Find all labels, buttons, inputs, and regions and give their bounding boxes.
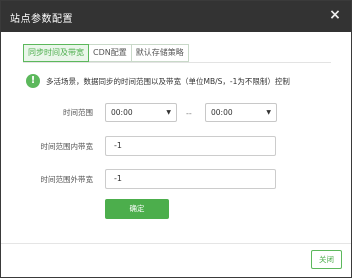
outer-bandwidth-input[interactable]: -1 xyxy=(105,169,276,189)
chevron-down-icon: ▼ xyxy=(166,109,171,116)
info-icon: ! xyxy=(26,74,40,88)
time-range-end-select[interactable]: 00:00 ▼ xyxy=(205,103,277,122)
site-config-dialog: 站点参数配置 × 同步时间及带宽 CDN配置 默认存储策略 ! 多活场景，数据同… xyxy=(0,0,352,278)
time-range-start-value: 00:00 xyxy=(111,108,133,117)
info-text: 多活场景，数据同步的时间范围以及带宽（单位MB/S，-1为不限制）控制 xyxy=(46,76,290,86)
time-range-label: 时间范围 xyxy=(63,108,93,117)
tab-divider xyxy=(23,62,331,63)
footer-divider xyxy=(1,243,351,244)
inner-bandwidth-input[interactable]: -1 xyxy=(105,136,276,156)
tab-sync-time-bandwidth[interactable]: 同步时间及带宽 xyxy=(23,44,89,62)
confirm-button[interactable]: 确定 xyxy=(105,199,169,219)
dialog-title: 站点参数配置 xyxy=(10,14,73,25)
close-button[interactable]: 关闭 xyxy=(311,250,342,269)
chevron-down-icon: ▼ xyxy=(266,109,271,116)
time-range-separator: -- xyxy=(186,109,192,118)
tab-default-storage-policy[interactable]: 默认存储策略 xyxy=(131,44,189,62)
close-icon[interactable]: × xyxy=(328,7,342,23)
tab-cdn-config[interactable]: CDN配置 xyxy=(89,44,132,62)
dialog-titlebar: 站点参数配置 × xyxy=(1,1,351,32)
info-notice: ! 多活场景，数据同步的时间范围以及带宽（单位MB/S，-1为不限制）控制 xyxy=(26,73,290,89)
tab-bar: 同步时间及带宽 CDN配置 默认存储策略 xyxy=(23,44,189,62)
outer-bandwidth-label: 时间范围外带宽 xyxy=(40,175,94,184)
inner-bandwidth-label: 时间范围内带宽 xyxy=(40,142,94,151)
time-range-start-select[interactable]: 00:00 ▼ xyxy=(105,103,177,122)
time-range-end-value: 00:00 xyxy=(211,108,233,117)
